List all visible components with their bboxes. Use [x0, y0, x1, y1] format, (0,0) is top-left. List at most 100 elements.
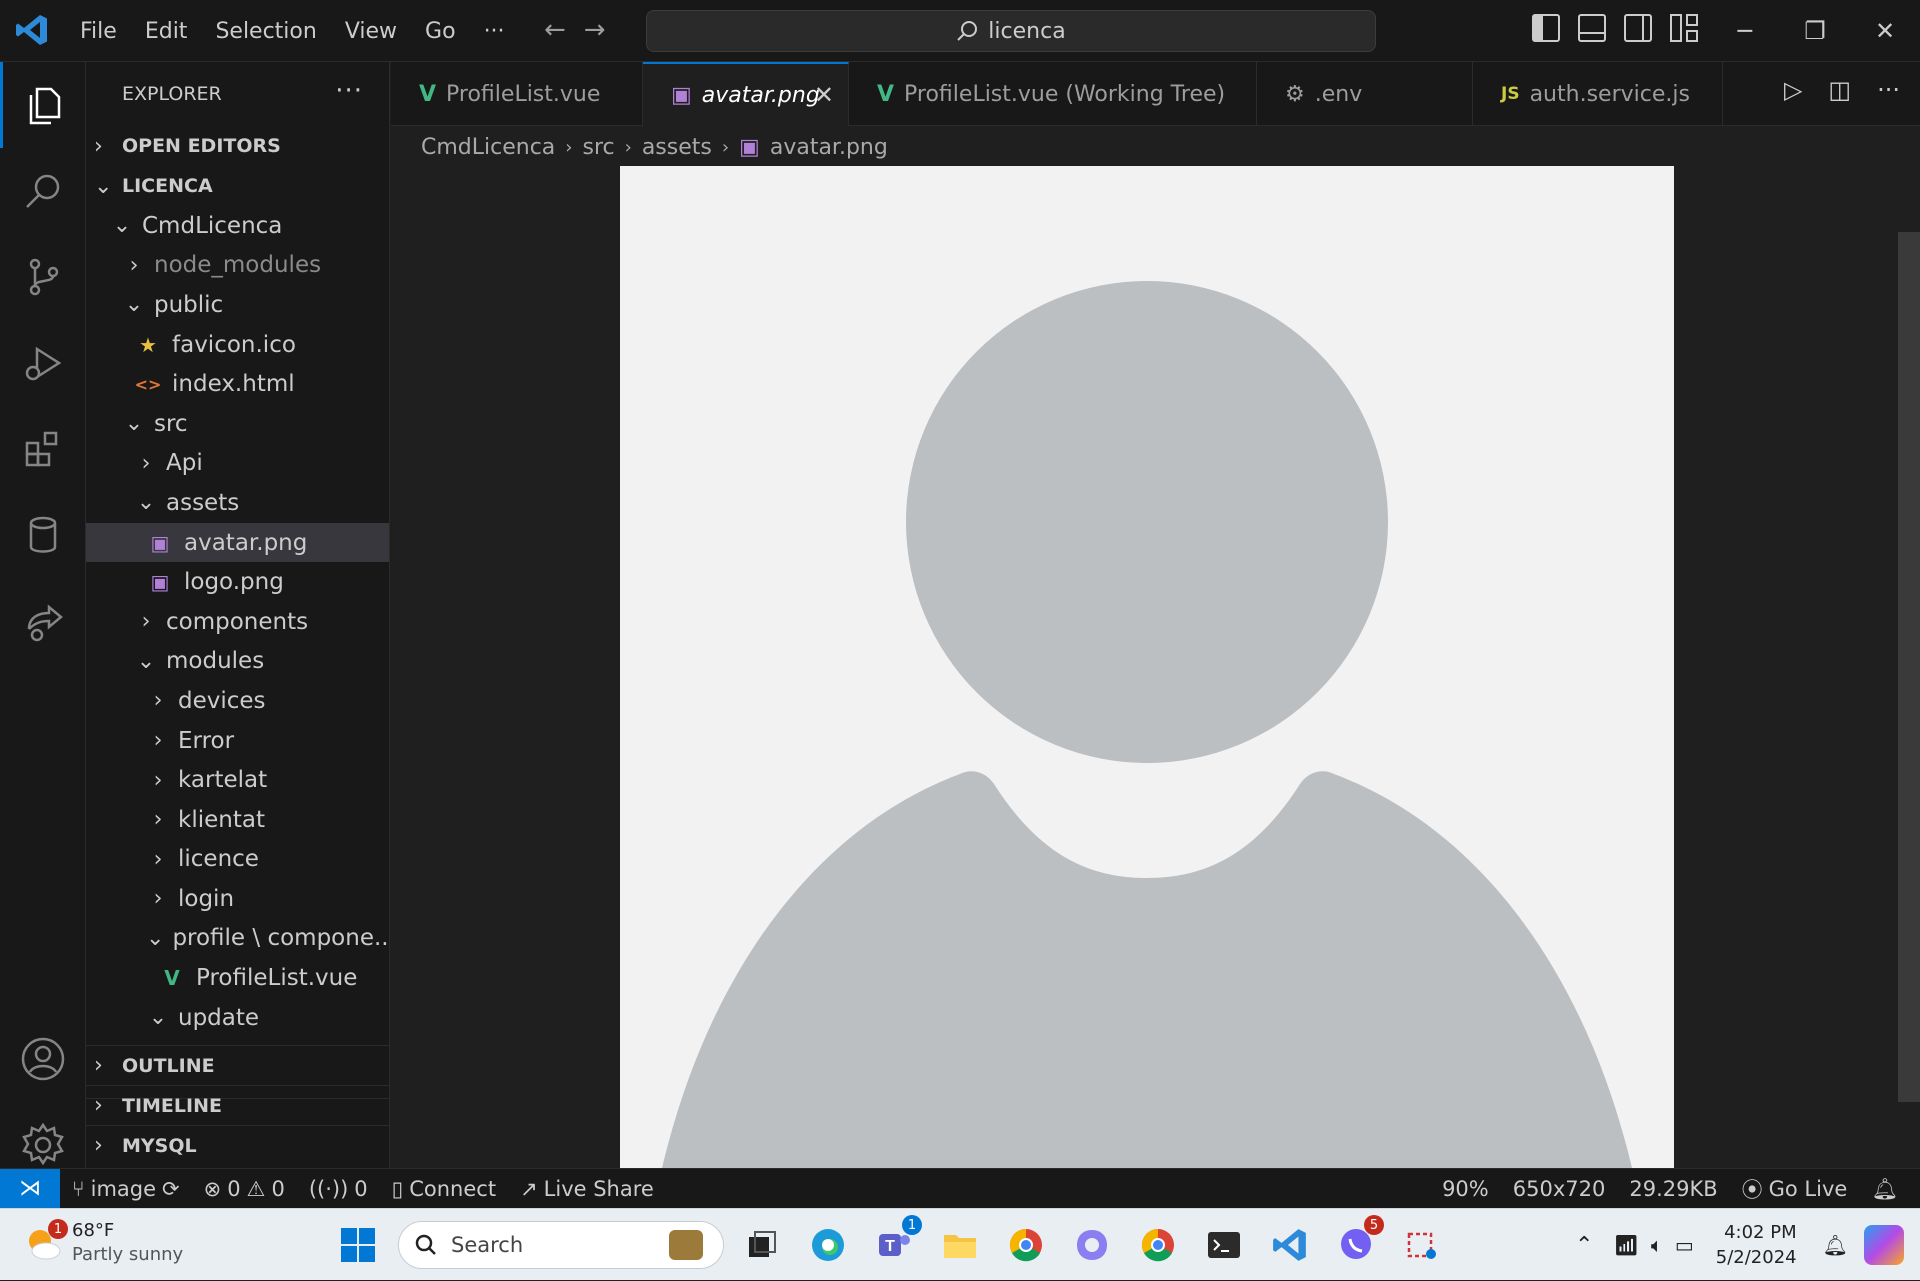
section-open-editors[interactable]: › OPEN EDITORS [86, 126, 389, 166]
clock[interactable]: 4:02 PM 5/2/2024 [1700, 1220, 1813, 1270]
tree-folder[interactable]: › Error [86, 721, 389, 761]
menu-go[interactable]: Go [411, 19, 470, 44]
breadcrumb-item[interactable]: CmdLicenca [421, 135, 555, 160]
run-icon[interactable]: ▷ [1784, 76, 1802, 104]
tree-file[interactable]: ▣ logo.png [86, 562, 389, 602]
tree-folder[interactable]: › klientat [86, 800, 389, 840]
section-timeline[interactable]: › TIMELINE [86, 1085, 390, 1125]
tree-folder[interactable]: › login [86, 879, 389, 919]
tree-folder[interactable]: ⌄ modules [86, 642, 389, 682]
tab-profilelist-vue[interactable]: V ProfileList.vue [391, 62, 643, 126]
search-activity-icon[interactable] [0, 148, 86, 234]
command-center-search[interactable]: licenca [646, 10, 1376, 52]
database-icon: ▯ [391, 1176, 404, 1201]
tree-folder[interactable]: › devices [86, 681, 389, 721]
section-outline[interactable]: › OUTLINE [86, 1045, 390, 1085]
teams-icon[interactable]: T 1 [870, 1215, 922, 1269]
menu-file[interactable]: File [66, 19, 131, 44]
copilot-icon[interactable] [1864, 1225, 1904, 1265]
edge-browser-icon[interactable] [804, 1221, 852, 1269]
viber-badge: 5 [1364, 1215, 1384, 1235]
menu-selection[interactable]: Selection [201, 19, 330, 44]
tree-folder[interactable]: › components [86, 602, 389, 642]
branch-indicator[interactable]: ⑂ image ⟳ [60, 1177, 192, 1201]
chevron-right-icon: › [565, 136, 573, 158]
extensions-icon[interactable] [0, 406, 86, 492]
tree-folder[interactable]: › node_modules [86, 246, 389, 286]
ports-indicator[interactable]: ((·)) 0 [297, 1177, 380, 1201]
menu-view[interactable]: View [331, 19, 411, 44]
tab-env[interactable]: ⚙ .env [1257, 62, 1473, 126]
chrome-profile-icon[interactable] [1134, 1221, 1182, 1269]
back-arrow-icon[interactable]: ← [544, 15, 566, 45]
split-editor-icon[interactable]: ◫ [1828, 76, 1851, 104]
go-live-button[interactable]: ⦿ Go Live [1730, 1174, 1860, 1204]
notification-bell-icon[interactable]: 🔔︎ [1813, 1233, 1858, 1257]
explorer-more-icon[interactable]: ··· [335, 76, 363, 106]
snipping-tool-icon[interactable] [1398, 1221, 1446, 1269]
forward-arrow-icon[interactable]: → [584, 15, 606, 45]
restore-icon[interactable]: ❐ [1780, 0, 1850, 62]
clock-time: 4:02 PM [1724, 1222, 1797, 1243]
viber-icon[interactable]: 5 [1332, 1215, 1384, 1269]
volume-icon[interactable]: 🔈︎ [1645, 1233, 1669, 1257]
tab-label: auth.service.js [1529, 81, 1690, 107]
taskbar-search[interactable]: Search [398, 1221, 724, 1269]
connect-button[interactable]: ▯ Connect [380, 1177, 508, 1201]
breadcrumb-item[interactable]: avatar.png [770, 135, 888, 160]
tree-folder[interactable]: ⌄ profile \ compone... [86, 919, 389, 959]
tree-folder[interactable]: ⌄ update [86, 998, 389, 1038]
tab-avatar-png[interactable]: ▣ avatar.png ✕ [643, 62, 849, 126]
copilot-app-icon[interactable] [1068, 1221, 1116, 1269]
breadcrumb-item[interactable]: assets [642, 135, 712, 160]
explorer-icon[interactable] [0, 62, 86, 148]
tree-file[interactable]: V ProfileList.vue [86, 958, 389, 998]
menu-more[interactable]: ··· [470, 19, 519, 44]
toggle-secondary-sidebar-icon[interactable] [1624, 14, 1652, 42]
battery-icon[interactable]: ▭ [1669, 1233, 1700, 1257]
vscode-taskbar-icon[interactable] [1266, 1221, 1314, 1269]
problems-indicator[interactable]: ⊗ 0 ⚠ 0 [192, 1177, 297, 1201]
tree-folder[interactable]: ⌄ CmdLicenca [86, 206, 389, 246]
minimize-icon[interactable]: ─ [1710, 0, 1780, 62]
tree-folder[interactable]: › licence [86, 840, 389, 880]
wifi-icon[interactable]: 📶︎ [1607, 1233, 1644, 1257]
close-window-icon[interactable]: ✕ [1850, 0, 1920, 62]
toggle-panel-icon[interactable] [1578, 14, 1606, 42]
toggle-primary-sidebar-icon[interactable] [1532, 14, 1560, 42]
close-tab-icon[interactable]: ✕ [814, 81, 834, 109]
file-explorer-icon[interactable] [936, 1221, 984, 1269]
chevron-up-icon[interactable]: ⌃ [1561, 1233, 1607, 1258]
tab-auth-service-js[interactable]: JS auth.service.js [1473, 62, 1723, 126]
live-share-button[interactable]: ↗ Live Share [508, 1177, 666, 1201]
tree-folder[interactable]: ⌄ src [86, 404, 389, 444]
customize-layout-icon[interactable] [1670, 14, 1698, 42]
section-workspace[interactable]: ⌄ LICENCA [86, 166, 389, 206]
more-actions-icon[interactable]: ··· [1877, 76, 1900, 104]
section-mysql[interactable]: › MYSQL [86, 1125, 390, 1165]
live-share-icon[interactable] [0, 578, 86, 664]
tree-folder[interactable]: ⌄ public [86, 285, 389, 325]
terminal-icon[interactable] [1200, 1221, 1248, 1269]
editor-scrollbar[interactable] [1898, 232, 1920, 1102]
windows-start-icon[interactable] [334, 1221, 382, 1269]
run-debug-icon[interactable] [0, 320, 86, 406]
tree-folder[interactable]: › Api [86, 444, 389, 484]
tree-folder[interactable]: ⌄ assets [86, 483, 389, 523]
task-view-icon[interactable] [738, 1221, 786, 1269]
breadcrumb-item[interactable]: src [582, 135, 614, 160]
menu-edit[interactable]: Edit [131, 19, 202, 44]
tree-file[interactable]: <> index.html [86, 364, 389, 404]
notifications-bell-icon[interactable]: 🔔︎ [1859, 1177, 1920, 1202]
zoom-level[interactable]: 90% [1430, 1177, 1501, 1201]
weather-widget[interactable]: 1 68°F Partly sunny [22, 1219, 183, 1267]
tree-file[interactable]: ★ favicon.ico [86, 325, 389, 365]
remote-indicator-icon[interactable]: ⋊ [0, 1168, 60, 1209]
tree-file[interactable]: ▣ avatar.png [86, 522, 389, 563]
accounts-icon[interactable] [0, 1016, 86, 1102]
chrome-icon[interactable] [1002, 1221, 1050, 1269]
tab-profilelist-working-tree[interactable]: V ProfileList.vue (Working Tree) [849, 62, 1257, 126]
tree-folder[interactable]: › kartelat [86, 760, 389, 800]
source-control-icon[interactable] [0, 234, 86, 320]
database-icon[interactable] [0, 492, 86, 578]
